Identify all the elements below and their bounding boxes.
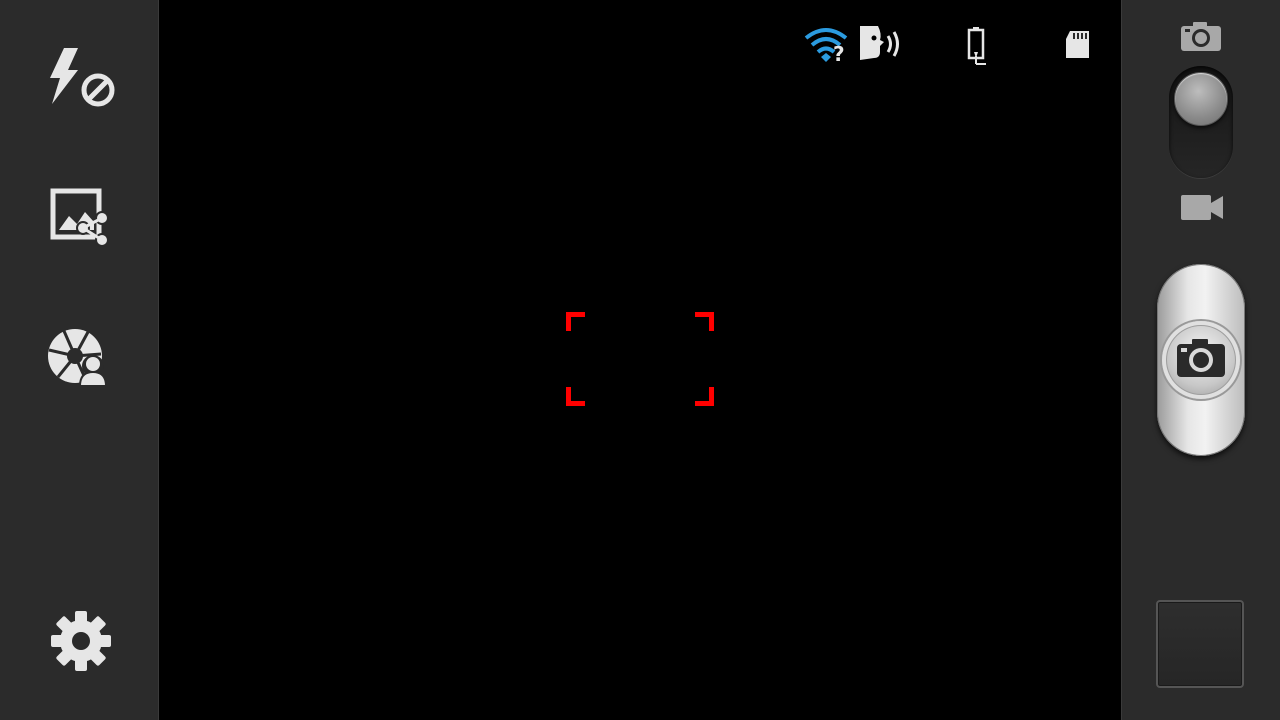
last-photo-thumbnail[interactable] <box>1156 600 1244 688</box>
voice-control-icon <box>860 26 899 60</box>
camera-icon <box>1177 339 1225 377</box>
settings-button[interactable] <box>50 610 112 672</box>
shutter-person-icon <box>48 329 108 387</box>
gear-icon <box>51 611 111 671</box>
camera-mode-icon <box>1181 22 1221 51</box>
camera-video-switch[interactable] <box>1169 66 1233 178</box>
wifi-unknown-icon: ? <box>804 28 848 64</box>
storage-status <box>1064 30 1092 60</box>
mode-switch-knob[interactable] <box>1174 72 1228 126</box>
focus-frame <box>566 312 714 406</box>
flash-off-icon <box>50 48 115 107</box>
flash-button[interactable] <box>44 46 118 108</box>
wifi-unknown-symbol: ? <box>833 42 845 64</box>
shutter-ring <box>1162 321 1240 399</box>
battery-status <box>966 26 990 70</box>
video-camera-icon <box>1181 195 1223 220</box>
video-mode-indicator <box>1180 194 1224 222</box>
battery-charging-icon <box>967 27 986 65</box>
voice-status <box>858 24 904 64</box>
left-toolbar <box>0 0 159 720</box>
wifi-status: ? <box>804 26 850 64</box>
camera-mode-indicator <box>1180 20 1222 52</box>
share-button[interactable] <box>50 188 112 248</box>
camera-app: ? <box>0 0 1280 720</box>
image-share-icon <box>50 188 109 247</box>
shutter-button[interactable] <box>1157 264 1245 456</box>
sd-card-icon <box>1066 31 1089 58</box>
shooting-mode-button[interactable] <box>46 326 110 388</box>
